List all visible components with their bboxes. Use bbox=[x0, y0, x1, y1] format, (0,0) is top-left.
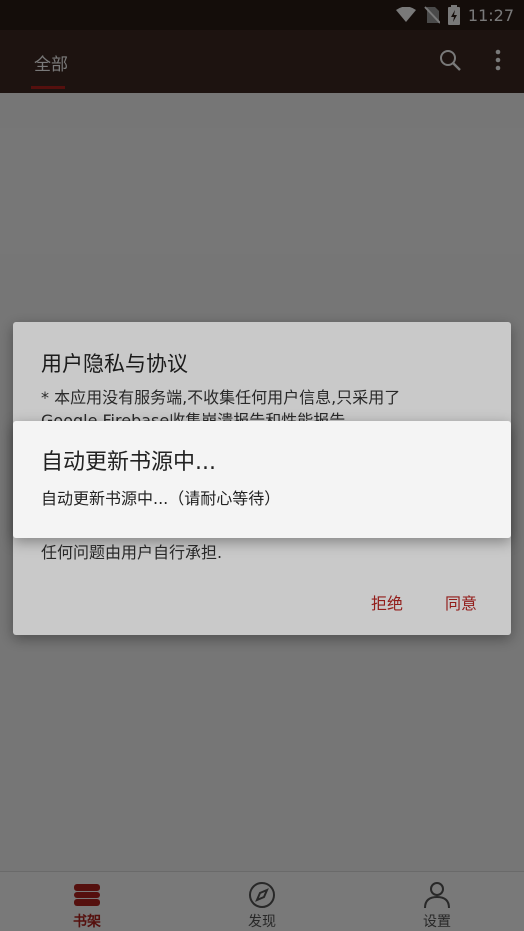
progress-dialog-title: 自动更新书源中... bbox=[41, 450, 216, 475]
progress-dialog: 自动更新书源中... 自动更新书源中...（请耐心等待） bbox=[13, 421, 511, 538]
progress-dialog-message: 自动更新书源中...（请耐心等待） bbox=[41, 489, 281, 508]
